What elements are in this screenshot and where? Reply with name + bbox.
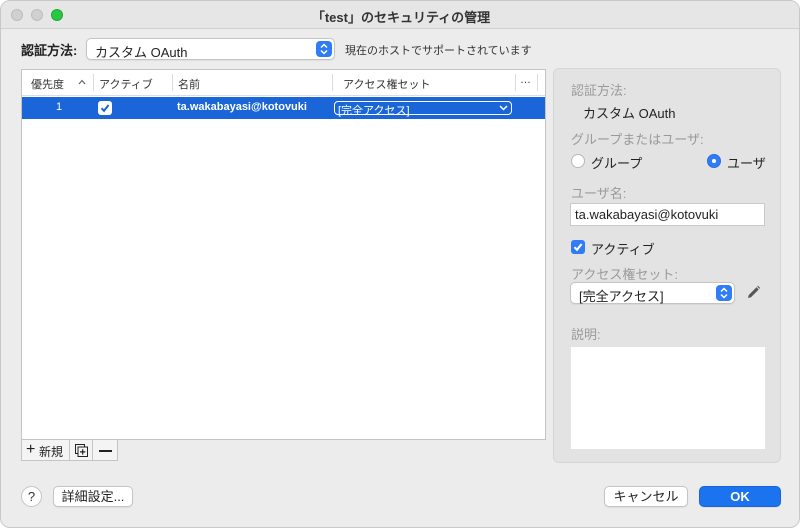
description-label: 説明: xyxy=(571,327,601,342)
duplicate-account-button[interactable] xyxy=(69,439,93,461)
account-table: 優先度 アクティブ 名前 アクセス権セット … 1 ta.wakabayasi@… xyxy=(21,69,546,461)
row-access-set-value: [完全アクセス] xyxy=(338,105,410,117)
row-name: ta.wakabayasi@kotovuki xyxy=(177,101,307,113)
table-row[interactable]: 1 ta.wakabayasi@kotovuki [完全アクセス] xyxy=(22,97,545,119)
window-title: 「test」のセキュリティの管理 xyxy=(311,10,491,25)
panel-auth-method-label: 認証方法: xyxy=(571,83,627,98)
username-value: ta.wakabayasi@kotovuki xyxy=(575,207,719,222)
sort-ascending-icon[interactable] xyxy=(78,79,86,85)
help-button[interactable]: ? xyxy=(21,486,42,507)
column-access-set[interactable]: アクセス権セット xyxy=(343,76,430,92)
cancel-button[interactable]: キャンセル xyxy=(604,486,688,507)
duplicate-icon xyxy=(75,444,88,457)
username-field[interactable]: ta.wakabayasi@kotovuki xyxy=(570,203,765,226)
row-active-checkbox[interactable] xyxy=(98,101,112,115)
table-header: 優先度 アクティブ 名前 アクセス権セット … xyxy=(22,70,545,96)
checkmark-icon xyxy=(100,104,110,113)
plus-icon: + xyxy=(26,441,36,458)
group-radio[interactable] xyxy=(571,154,585,168)
checkmark-icon xyxy=(573,243,583,252)
column-name[interactable]: 名前 xyxy=(178,76,200,92)
active-label[interactable]: アクティブ xyxy=(591,239,655,258)
popup-arrows-icon xyxy=(316,41,332,57)
auth-method-popup[interactable]: カスタム OAuth xyxy=(86,38,335,60)
new-account-button[interactable]: + 新規 xyxy=(21,439,70,461)
description-textarea[interactable] xyxy=(571,347,765,449)
access-set-popup[interactable]: [完全アクセス] xyxy=(570,282,735,304)
column-active[interactable]: アクティブ xyxy=(99,76,153,92)
popup-arrows-icon xyxy=(716,285,732,301)
column-more[interactable]: … xyxy=(520,74,531,86)
row-access-set-popup[interactable]: [完全アクセス] xyxy=(334,101,512,117)
account-detail-panel: 認証方法: カスタム OAuth グループまたはユーザ: グループ ユーザ ユー… xyxy=(553,68,781,463)
auth-method-label: 認証方法: xyxy=(21,43,78,58)
column-priority[interactable]: 優先度 xyxy=(31,76,64,92)
ok-button[interactable]: OK xyxy=(699,486,781,507)
panel-auth-method-value: カスタム OAuth xyxy=(583,106,676,121)
edit-pencil-icon[interactable] xyxy=(746,285,761,300)
new-account-label: 新規 xyxy=(39,445,64,459)
row-priority: 1 xyxy=(56,101,63,113)
security-dialog: 「test」のセキュリティの管理 認証方法: カスタム OAuth 現在のホスト… xyxy=(0,0,800,528)
chevron-down-icon xyxy=(499,105,508,111)
title-bar: 「test」のセキュリティの管理 xyxy=(1,1,799,29)
user-radio[interactable] xyxy=(707,154,721,168)
user-radio-label[interactable]: ユーザ xyxy=(727,153,766,172)
access-set-label: アクセス権セット: xyxy=(571,267,678,282)
delete-account-button[interactable] xyxy=(92,439,118,461)
username-label: ユーザ名: xyxy=(571,186,627,201)
minus-icon xyxy=(99,450,112,452)
group-or-user-label: グループまたはユーザ: xyxy=(571,132,704,147)
auth-support-hint: 現在のホストでサポートされています xyxy=(345,45,532,57)
active-checkbox[interactable] xyxy=(571,240,585,254)
auth-method-value: カスタム OAuth xyxy=(95,45,188,60)
group-radio-label[interactable]: グループ xyxy=(591,153,642,172)
advanced-settings-button[interactable]: 詳細設定... xyxy=(53,486,133,507)
access-set-value: [完全アクセス] xyxy=(579,289,664,304)
table-toolbar: + 新規 xyxy=(21,439,545,461)
